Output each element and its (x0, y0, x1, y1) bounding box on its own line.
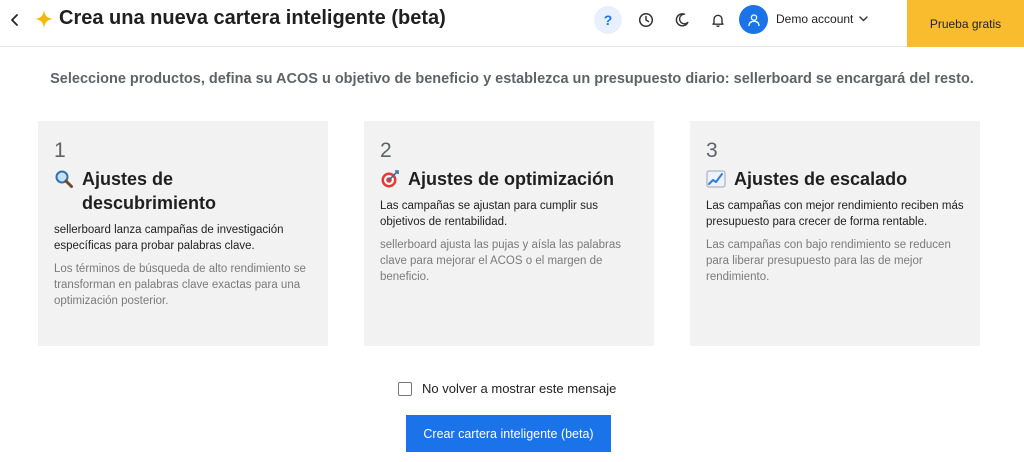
dont-show-again-label[interactable]: No volver a mostrar este mensaje (422, 381, 616, 396)
user-icon (747, 13, 760, 26)
step-title: Ajustes de escalado (734, 169, 908, 189)
dont-show-again-checkbox[interactable] (398, 381, 412, 396)
step-card-discovery: 1 Ajustes de descubrimiento sellerboard … (38, 121, 328, 346)
dont-show-again-row[interactable]: No volver a mostrar este mensaje (398, 381, 616, 396)
step-detail: Las campañas con bajo rendimiento se red… (706, 239, 951, 283)
create-smart-portfolio-button[interactable]: Crear cartera inteligente (beta) (406, 415, 611, 452)
step-card-optimization: 2 Ajustes de optimización Las campañas s… (364, 121, 654, 346)
step-number: 1 (54, 139, 66, 162)
step-number: 3 (706, 139, 718, 162)
step-title: Ajustes de optimización (408, 169, 615, 189)
help-icon: ? (603, 12, 613, 28)
avatar[interactable] (739, 5, 768, 34)
page-title: Crea una nueva cartera inteligente (beta… (59, 7, 446, 29)
account-label: Demo account (776, 12, 854, 26)
step-title: Ajustes de descubrimiento (82, 169, 217, 213)
chart-up-icon (706, 169, 726, 189)
step-description: Las campañas se ajustan para cumplir sus… (380, 200, 598, 228)
back-arrow-icon[interactable] (6, 9, 24, 31)
page-subtitle: Seleccione productos, defina su ACOS u o… (50, 71, 974, 87)
target-icon (380, 169, 400, 189)
bell-icon[interactable] (704, 6, 732, 34)
step-detail: sellerboard ajusta las pujas y aísla las… (380, 239, 621, 283)
magnifier-icon (54, 169, 74, 189)
sparkle-icon (34, 9, 54, 29)
clock-icon[interactable] (632, 6, 660, 34)
step-description: sellerboard lanza campañas de investigac… (54, 224, 284, 252)
step-detail: Los términos de búsqueda de alto rendimi… (54, 263, 306, 307)
step-card-scaling: 3 Ajustes de escalado Las campañas con m… (690, 121, 980, 346)
step-number: 2 (380, 139, 392, 162)
moon-icon[interactable] (668, 6, 696, 34)
free-trial-button[interactable]: Prueba gratis (907, 0, 1024, 47)
help-button[interactable]: ? (594, 6, 622, 34)
account-menu[interactable]: Demo account (776, 12, 869, 26)
chevron-down-icon (859, 16, 869, 22)
step-description: Las campañas con mejor rendimiento recib… (706, 200, 964, 228)
top-header: Crea una nueva cartera inteligente (beta… (0, 0, 1024, 47)
